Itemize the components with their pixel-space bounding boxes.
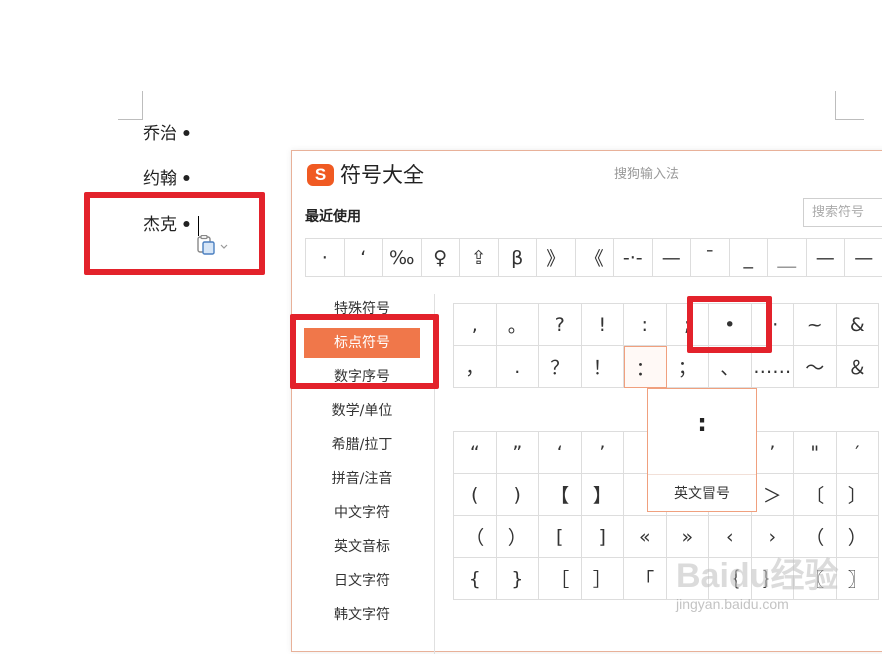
symbol-cell[interactable]: ， (454, 346, 497, 388)
recent-symbol-cell[interactable]: β (497, 239, 537, 276)
symbol-cell[interactable]: ］ (581, 558, 624, 600)
symbol-cell[interactable]: 〕 (836, 474, 879, 516)
symbol-cell[interactable]: . (496, 346, 539, 388)
symbol-cell[interactable]: & (836, 304, 879, 346)
panel-brand: 搜狗输入法 (614, 167, 680, 182)
recent-symbol-cell[interactable]: ♀ (420, 239, 460, 276)
recent-symbol-cell[interactable]: — (805, 239, 845, 276)
bullet-symbol: • (181, 124, 192, 144)
recent-symbols-row: · ‘‰ ♀ ⇪ β 》《 -·- — ¯ _ ＿ — — (305, 238, 882, 277)
sogou-logo: S (307, 164, 334, 186)
symbol-grid-top: ,。?!:; • ·· ~ &，.？！：；、…… ～＆ (453, 303, 879, 388)
symbol-search-input[interactable]: 搜索符号 (803, 198, 882, 227)
category-item[interactable]: 日文字符 (304, 566, 420, 596)
highlight-box-category (290, 314, 439, 389)
page-corner-top-left (118, 91, 143, 120)
page-corner-top-right (835, 91, 864, 120)
symbol-cell[interactable]: ~ (794, 304, 837, 346)
watermark-brand: Baidu经验 (676, 557, 839, 595)
recent-symbol-cell[interactable]: ＿ (767, 239, 806, 276)
recent-symbol-cell[interactable]: — (651, 239, 691, 276)
recent-symbol-cell[interactable]: ‘ (343, 239, 383, 276)
recent-symbol-cell[interactable]: 《 (574, 239, 614, 276)
category-item[interactable]: 韩文字符 (304, 600, 420, 630)
symbol-cell[interactable]: 〔 (794, 474, 837, 516)
symbol-cell[interactable]: ) (496, 474, 539, 516)
recent-symbol-cell[interactable]: ¯ (690, 239, 729, 276)
symbol-cell[interactable]: ！ (581, 346, 624, 388)
symbol-cell[interactable]: [ (539, 516, 582, 558)
recent-symbol-cell[interactable]: ⇪ (459, 239, 498, 276)
category-item[interactable]: 拼音/注音 (304, 464, 420, 494)
recent-symbol-cell[interactable]: ‰ (382, 239, 421, 276)
symbol-cell[interactable]: ’ (751, 432, 794, 474)
recent-label: 最近使用 (305, 209, 361, 225)
symbol-cell[interactable]: ! (581, 304, 624, 346)
tooltip-symbol-name: 英文冒号 (648, 474, 756, 503)
symbol-cell[interactable]: ［ (539, 558, 582, 600)
symbol-cell[interactable]: ” (496, 432, 539, 474)
symbol-cell[interactable]: ： (624, 346, 667, 388)
symbol-cell[interactable]: ） (836, 516, 879, 558)
category-item[interactable]: 希腊/拉丁 (304, 430, 420, 460)
category-item[interactable]: 英文音标 (304, 532, 420, 562)
symbol-cell[interactable]: ～ (794, 346, 837, 388)
symbol-cell[interactable]: “ (454, 432, 497, 474)
category-item[interactable]: 中文字符 (304, 498, 420, 528)
doc-line-text: 约翰 (143, 169, 177, 189)
symbol-cell[interactable]: ’ (581, 432, 624, 474)
doc-line-2[interactable]: 约翰 • (143, 164, 192, 189)
symbol-cell[interactable]: : (624, 304, 667, 346)
watermark-url: jingyan.baidu.com (676, 596, 789, 612)
recent-symbol-cell[interactable]: -·- (613, 239, 652, 276)
symbol-cell[interactable]: 。 (496, 304, 539, 346)
bullet-symbol: • (181, 169, 192, 189)
recent-symbol-cell[interactable]: _ (728, 239, 768, 276)
tooltip-symbol: : (697, 409, 707, 437)
symbol-cell[interactable]: 】 (581, 474, 624, 516)
symbol-cell[interactable]: ？ (539, 346, 582, 388)
symbol-cell[interactable]: { (454, 558, 497, 600)
highlight-box-doc (84, 192, 265, 275)
panel-title: 符号大全 (340, 163, 424, 187)
symbol-cell[interactable]: } (496, 558, 539, 600)
symbol-cell[interactable]: ] (581, 516, 624, 558)
recent-symbol-cell[interactable]: 》 (536, 239, 575, 276)
doc-line-text: 乔治 (143, 124, 177, 144)
symbol-tooltip: : 英文冒号 (647, 388, 757, 512)
symbol-cell[interactable]: ‘ (539, 432, 582, 474)
highlight-box-symbol (687, 296, 772, 353)
symbol-cell[interactable]: « (624, 516, 667, 558)
doc-line-1[interactable]: 乔治 • (143, 119, 192, 144)
symbol-cell[interactable]: , (454, 304, 497, 346)
symbol-cell[interactable]: " (794, 432, 837, 474)
symbol-cell[interactable]: （ (454, 516, 497, 558)
symbol-cell[interactable]: ＞ (751, 474, 794, 516)
symbol-cell[interactable]: ＆ (836, 346, 879, 388)
category-item[interactable]: 数学/单位 (304, 396, 420, 426)
recent-symbol-cell[interactable]: — (844, 239, 882, 276)
symbol-cell[interactable]: ） (496, 516, 539, 558)
symbol-cell[interactable]: 【 (539, 474, 582, 516)
symbol-cell[interactable]: 「 (624, 558, 667, 600)
symbol-cell[interactable]: ′ (836, 432, 879, 474)
symbol-cell[interactable]: ? (539, 304, 582, 346)
recent-symbol-cell[interactable]: · (305, 239, 344, 276)
symbol-cell[interactable]: ( (454, 474, 497, 516)
symbol-cell[interactable]: 〗 (836, 558, 879, 600)
